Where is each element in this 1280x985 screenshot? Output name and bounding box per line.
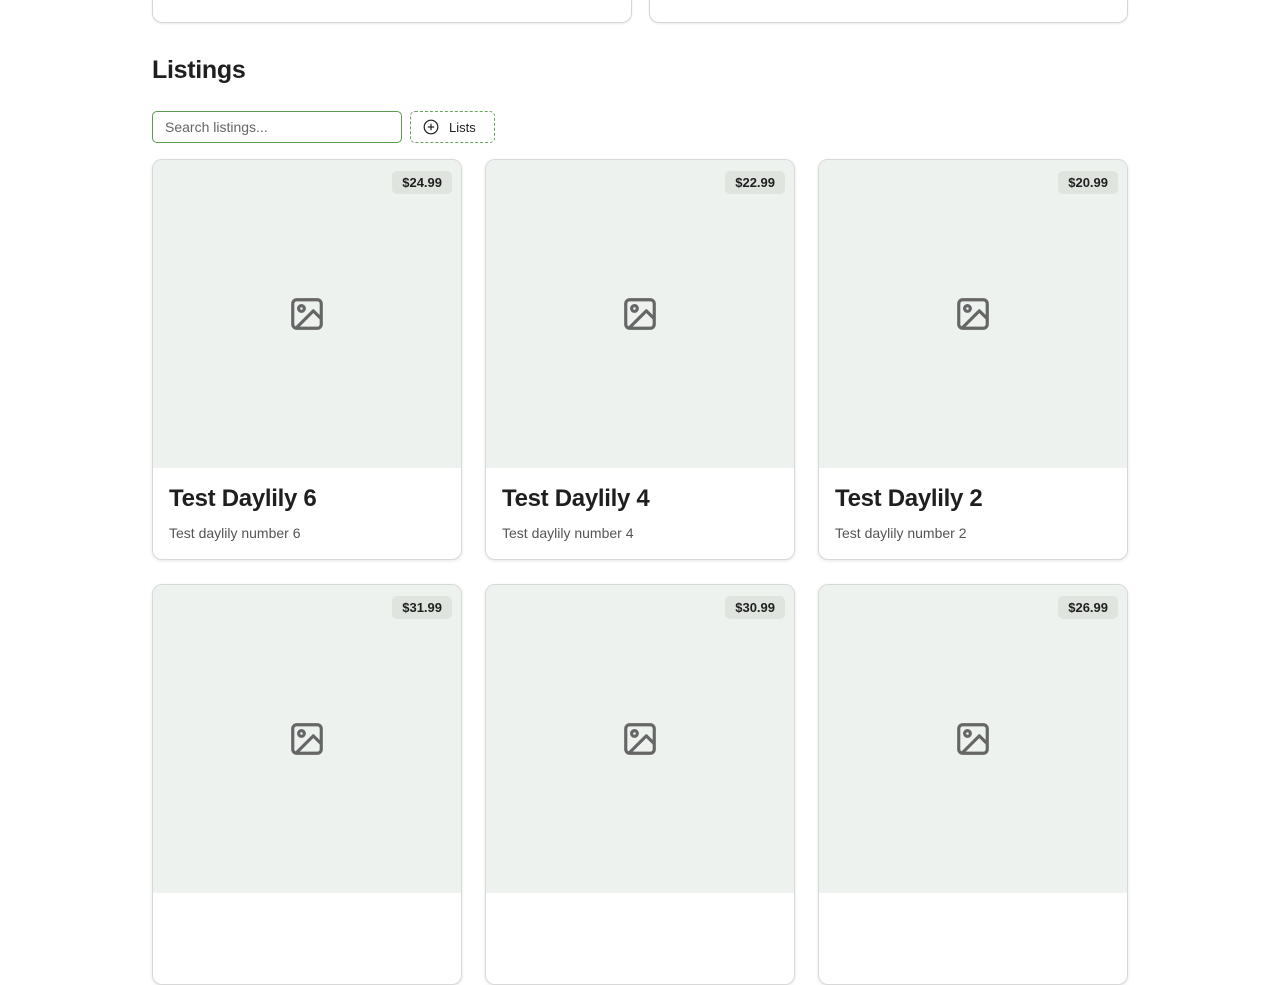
summary-card — [648, 0, 1128, 23]
image-icon — [954, 295, 992, 333]
price-badge: $24.99 — [392, 171, 452, 194]
summary-card — [152, 0, 632, 23]
listings-toolbar: Lists — [152, 111, 495, 143]
section-title: Listings — [152, 56, 246, 84]
listing-card[interactable]: $24.99 Test Daylily 6 Test daylily numbe… — [152, 159, 462, 560]
listing-description: Test daylily number 6 — [169, 525, 301, 541]
listing-card-body — [819, 893, 1127, 939]
price-badge: $20.99 — [1058, 171, 1118, 194]
listing-card[interactable]: $26.99 — [818, 584, 1128, 985]
price-badge: $31.99 — [392, 596, 452, 619]
price-badge: $30.99 — [725, 596, 785, 619]
listing-title: Test Daylily 4 — [502, 485, 650, 512]
top-card-row — [152, 0, 1128, 23]
price-badge: $26.99 — [1058, 596, 1118, 619]
listings-grid: $24.99 Test Daylily 6 Test daylily numbe… — [152, 159, 1128, 985]
image-icon — [621, 295, 659, 333]
image-icon — [288, 720, 326, 758]
listing-card-body — [153, 893, 461, 939]
listing-card[interactable]: $20.99 Test Daylily 2 Test daylily numbe… — [818, 159, 1128, 560]
lists-button-label: Lists — [449, 119, 476, 135]
listing-card-body: Test Daylily 4 Test daylily number 4 — [486, 468, 794, 558]
listing-card[interactable]: $30.99 — [485, 584, 795, 985]
listing-card-body: Test Daylily 6 Test daylily number 6 — [153, 468, 461, 558]
listing-image-placeholder: $22.99 — [486, 160, 794, 468]
listing-card[interactable]: $31.99 — [152, 584, 462, 985]
image-icon — [288, 295, 326, 333]
listing-card[interactable]: $22.99 Test Daylily 4 Test daylily numbe… — [485, 159, 795, 560]
listing-title: Test Daylily 6 — [169, 485, 317, 512]
listing-title: Test Daylily 2 — [835, 485, 983, 512]
listing-image-placeholder: $24.99 — [153, 160, 461, 468]
price-badge: $22.99 — [725, 171, 785, 194]
listing-image-placeholder: $26.99 — [819, 585, 1127, 893]
listing-image-placeholder: $20.99 — [819, 160, 1127, 468]
listing-image-placeholder: $31.99 — [153, 585, 461, 893]
listing-card-body: Test Daylily 2 Test daylily number 2 — [819, 468, 1127, 558]
plus-circle-icon — [423, 119, 439, 135]
listing-description: Test daylily number 4 — [502, 525, 634, 541]
image-icon — [954, 720, 992, 758]
image-icon — [621, 720, 659, 758]
listing-card-body — [486, 893, 794, 939]
lists-filter-button[interactable]: Lists — [410, 111, 495, 143]
listing-description: Test daylily number 2 — [835, 525, 967, 541]
search-input[interactable] — [152, 111, 402, 143]
listing-image-placeholder: $30.99 — [486, 585, 794, 893]
